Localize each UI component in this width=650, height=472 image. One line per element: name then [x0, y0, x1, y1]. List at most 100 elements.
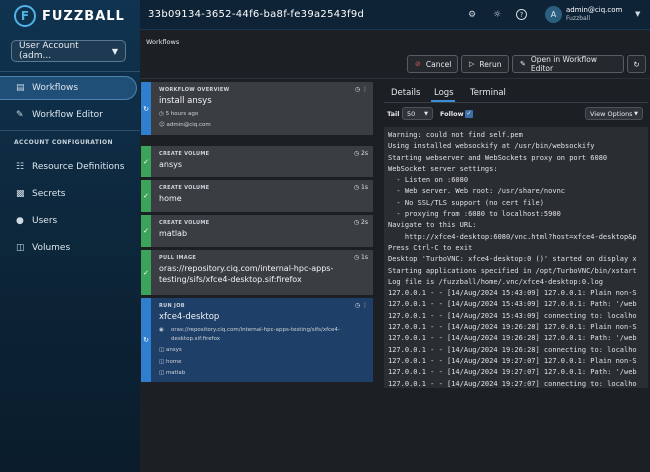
tab-logs[interactable]: Logs — [434, 88, 454, 98]
account-select-value: User Account (adm... — [19, 41, 79, 61]
step-kind: CREATE VOLUME — [159, 185, 210, 191]
tail-select[interactable]: 50 ▼ — [402, 107, 433, 120]
step-kind: RUN JOB — [159, 303, 185, 309]
open-in-editor-button[interactable]: ✎ Open in Workflow Editor — [512, 55, 624, 73]
log-line: Starting applications specified in /opt/… — [388, 266, 637, 275]
volumes-icon: ◫ — [16, 243, 25, 253]
step-card[interactable]: ✓ CREATE VOLUME ◷ 2s matlab — [141, 215, 373, 247]
divider — [0, 71, 140, 72]
step-duration: ◷ 2s — [353, 219, 368, 226]
volume-text: matlab — [165, 370, 186, 376]
duration-text: 2s — [361, 150, 368, 157]
step-card[interactable]: ✓ CREATE VOLUME ◷ 2s ansys — [141, 146, 373, 177]
top-bar: 33b09134-3652-44f6-ba8f-fe39a2543f9d ⚙ ☼… — [140, 0, 650, 30]
log-line: 127.0.0.1 - - [14/Aug/2024 19:27:07] 127… — [388, 356, 637, 365]
follow-label: Follow — [440, 110, 464, 118]
sidebar-item-label: Workflows — [32, 83, 79, 93]
sidebar: F FUZZBALL User Account (adm... ▼ ▤ Work… — [0, 0, 140, 472]
divider — [0, 130, 140, 131]
log-line: - Listen on :6080 — [388, 176, 469, 185]
user-text: admin@ciq.com — [166, 122, 211, 128]
lightbulb-icon[interactable]: ☼ — [491, 9, 503, 21]
volume-item: ◫ ansys — [159, 347, 182, 353]
empty-area — [140, 388, 650, 472]
sidebar-item-workflows[interactable]: ▤ Workflows — [0, 76, 137, 100]
step-card-run-job[interactable]: ↻ RUN JOB ◷ ⋮ xfce4-desktop ◉ oras://repo… — [141, 298, 373, 382]
log-line: - Web server. Web root: /usr/share/novnc — [388, 187, 566, 196]
running-icon: ↻ — [141, 298, 151, 382]
step-card-overview[interactable]: ↻ WORKFLOW OVERVIEW ◷ ⋮ install ansys ◷ … — [141, 82, 373, 135]
log-line: Log file is /fuzzball/home/.vnc/xfce4-de… — [388, 277, 603, 286]
step-card[interactable]: ✓ PULL IMAGE ◷ 1s oras://repository.ciq.… — [141, 250, 373, 295]
fuzzball-logo[interactable]: F FUZZBALL — [14, 4, 125, 28]
fuzzball-logo-icon: F — [14, 5, 36, 27]
time-text: 5 hours ago — [165, 111, 199, 117]
user-org: Fuzzball — [566, 15, 591, 22]
refresh-icon: ↻ — [633, 59, 640, 69]
step-duration: ◷ 1s — [353, 184, 368, 191]
log-line: Desktop 'TurboVNC: xfce4-desktop:0 ()' s… — [388, 255, 637, 264]
volume-text: ansys — [165, 347, 182, 353]
sidebar-item-workflow-editor[interactable]: ✎ Workflow Editor — [0, 103, 140, 127]
sidebar-item-secrets[interactable]: ▩ Secrets — [0, 182, 140, 206]
image-icon: ◉ — [159, 327, 164, 333]
log-output-panel[interactable]: Warning: could not find self.pem Using in… — [384, 127, 648, 389]
log-line: 127.0.0.1 - - [14/Aug/2024 19:26:28] 127… — [388, 334, 637, 343]
divider — [384, 102, 648, 103]
workflows-icon: ▤ — [16, 83, 25, 93]
step-image: ◉ oras://repository.ciq.com/internal-hpc-… — [159, 326, 359, 344]
play-icon: ▷ — [469, 60, 475, 68]
volume-text: home — [165, 359, 182, 365]
step-name: oras://repository.ciq.com/internal-hpc-a… — [159, 264, 334, 284]
sidebar-item-resource-definitions[interactable]: ☷ Resource Definitions — [0, 155, 140, 179]
chevron-down-icon[interactable]: ▼ — [635, 10, 640, 18]
log-line: 127.0.0.1 - - [14/Aug/2024 19:27:07] 127… — [388, 368, 637, 377]
view-options-select[interactable]: View Options ▼ — [585, 107, 643, 120]
rerun-label: Rerun — [479, 59, 502, 69]
avatar[interactable]: A — [545, 6, 562, 23]
log-line: - proxying from :6080 to localhost:5900 — [388, 210, 561, 219]
users-icon: ● — [16, 216, 24, 226]
volume-item: ◫ home — [159, 359, 182, 365]
duration-text: 1s — [361, 254, 368, 261]
user-menu[interactable]: admin@ciq.com Fuzzball — [566, 6, 622, 22]
log-line: 127.0.0.1 - - [14/Aug/2024 15:43:09] con… — [388, 311, 637, 320]
step-name: xfce4-desktop — [159, 312, 220, 322]
cancel-icon: ⊘ — [415, 60, 421, 68]
cancel-button[interactable]: ⊘ Cancel — [407, 55, 458, 73]
editor-icon: ✎ — [16, 110, 24, 120]
log-line: Starting webserver and WebSockets proxy … — [388, 153, 608, 162]
breadcrumb[interactable]: Workflows — [146, 38, 179, 46]
settings-icon[interactable]: ⚙ — [466, 9, 478, 21]
sidebar-item-volumes[interactable]: ◫ Volumes — [0, 236, 140, 260]
step-name: matlab — [159, 229, 188, 238]
refresh-button[interactable]: ↻ — [627, 55, 646, 73]
tab-terminal[interactable]: Terminal — [470, 88, 506, 98]
step-card[interactable]: ✓ CREATE VOLUME ◷ 1s home — [141, 180, 373, 212]
account-select[interactable]: User Account (adm... ▼ — [11, 40, 126, 62]
step-name: ansys — [159, 160, 183, 169]
step-duration: ◷ 2s — [353, 150, 368, 157]
follow-checkbox[interactable]: ✓ — [465, 110, 473, 118]
section-title: ACCOUNT CONFIGURATION — [14, 139, 113, 146]
divider — [140, 78, 650, 79]
log-line: Navigate to this URL: — [388, 221, 477, 230]
log-output: Warning: could not find self.pem Using in… — [384, 127, 648, 389]
tab-details[interactable]: Details — [391, 88, 420, 98]
more-icon[interactable]: ◷ ⋮ — [355, 302, 368, 309]
check-icon: ✓ — [141, 146, 151, 177]
rerun-button[interactable]: ▷ Rerun — [461, 55, 509, 73]
step-kind: PULL IMAGE — [159, 255, 197, 261]
sidebar-item-label: Resource Definitions — [32, 162, 125, 172]
log-line: 127.0.0.1 - - [14/Aug/2024 15:43:09] 127… — [388, 289, 637, 298]
sidebar-item-users[interactable]: ● Users — [0, 209, 140, 233]
help-icon[interactable]: ? — [516, 9, 527, 20]
check-icon: ✓ — [141, 215, 151, 247]
step-time: ◷ 5 hours ago — [159, 111, 198, 117]
view-options-label: View Options — [590, 109, 633, 118]
log-line: Press Ctrl-C to exit — [388, 243, 473, 252]
check-icon: ✓ — [141, 250, 151, 295]
chevron-down-icon: ▼ — [634, 110, 638, 117]
step-kind: CREATE VOLUME — [159, 151, 210, 157]
resource-icon: ☷ — [16, 162, 25, 172]
